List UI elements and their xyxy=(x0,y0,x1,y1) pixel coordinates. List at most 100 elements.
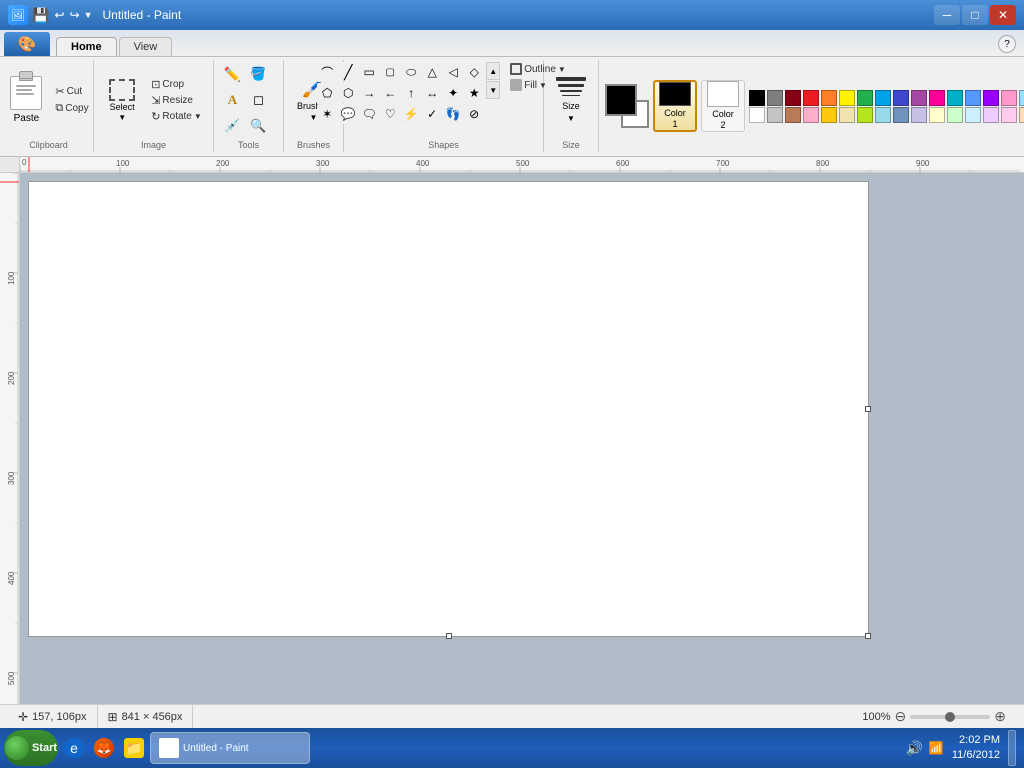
zoom-in-button[interactable]: ⊕ xyxy=(994,708,1006,725)
magnifier-tool[interactable]: 🔍 xyxy=(247,114,271,138)
drawing-canvas[interactable] xyxy=(28,181,869,637)
handle-bottom-right[interactable] xyxy=(865,633,871,639)
shape-callout2[interactable]: 🗨 xyxy=(359,104,379,124)
help-button[interactable]: ? xyxy=(998,35,1016,53)
handle-bottom-center[interactable] xyxy=(446,633,452,639)
color-teal[interactable] xyxy=(947,90,963,106)
shape-callout[interactable]: 💬 xyxy=(338,104,358,124)
shape-footsteps[interactable]: 👣 xyxy=(443,104,463,124)
text-tool[interactable]: A xyxy=(221,88,245,112)
shape-check[interactable]: ✓ xyxy=(422,104,442,124)
color-pale-pink[interactable] xyxy=(1001,90,1017,106)
rotate-button[interactable]: ↻ Rotate ▼ xyxy=(147,109,206,124)
color-gray[interactable] xyxy=(767,90,783,106)
color-black[interactable] xyxy=(749,90,765,106)
shape-rect[interactable]: ▭ xyxy=(359,62,379,82)
paint-menu-button[interactable]: 🎨 xyxy=(4,32,50,56)
shape-curve[interactable]: ⌒ xyxy=(317,62,337,82)
color-lavender[interactable] xyxy=(911,107,927,123)
tab-view[interactable]: View xyxy=(119,37,173,56)
color-peach[interactable] xyxy=(1019,107,1024,123)
color-green[interactable] xyxy=(857,90,873,106)
maximize-button[interactable]: □ xyxy=(962,5,988,25)
color-mint[interactable] xyxy=(947,107,963,123)
shape-line[interactable]: ╱ xyxy=(338,62,358,82)
color-indigo[interactable] xyxy=(893,90,909,106)
color-cream[interactable] xyxy=(839,107,855,123)
zoom-out-button[interactable]: ⊖ xyxy=(895,708,907,725)
zoom-slider[interactable] xyxy=(910,715,990,719)
color-pink[interactable] xyxy=(803,107,819,123)
shape-lightning[interactable]: ⚡ xyxy=(401,104,421,124)
shape-arrow-u[interactable]: ↑ xyxy=(401,83,421,103)
taskbar-explorer[interactable]: 📁 xyxy=(120,732,148,764)
resize-button[interactable]: ⇲ Resize xyxy=(147,93,206,108)
shape-diamond[interactable]: ◇ xyxy=(464,62,484,82)
clock[interactable]: 2:02 PM 11/6/2012 xyxy=(952,733,1000,764)
shape-rtriangle[interactable]: ◁ xyxy=(443,62,463,82)
show-desktop-button[interactable] xyxy=(1008,730,1016,766)
color-steel[interactable] xyxy=(893,107,909,123)
color-brown[interactable] xyxy=(785,107,801,123)
pencil-tool[interactable]: ✏️ xyxy=(221,62,245,86)
shape-star6[interactable]: ✶ xyxy=(317,104,337,124)
handle-right[interactable] xyxy=(865,406,871,412)
color-picker-tool[interactable]: 💉 xyxy=(221,114,245,138)
copy-button[interactable]: ⧉ Copy xyxy=(51,101,92,116)
redo-btn[interactable]: ↪ xyxy=(69,8,81,22)
shape-roundrect[interactable]: ▢ xyxy=(380,62,400,82)
taskbar-ie[interactable]: e xyxy=(60,732,88,764)
undo-btn[interactable]: ↩ xyxy=(53,8,65,22)
color-white[interactable] xyxy=(749,107,765,123)
color-pale-rose[interactable] xyxy=(1001,107,1017,123)
color-sky[interactable] xyxy=(965,90,981,106)
color-violet[interactable] xyxy=(983,90,999,106)
paste-button[interactable]: Paste xyxy=(4,76,48,124)
color-light-blue[interactable] xyxy=(875,107,891,123)
color-pale-blue[interactable] xyxy=(1019,90,1024,106)
network-icon[interactable]: 📶 xyxy=(929,741,944,755)
shape-no[interactable]: ⊘ xyxy=(464,104,484,124)
shape-hexagon[interactable]: ⬡ xyxy=(338,83,358,103)
speaker-icon[interactable]: 🔊 xyxy=(905,740,922,757)
taskbar-firefox[interactable]: 🦊 xyxy=(90,732,118,764)
fill-tool[interactable]: 🪣 xyxy=(247,62,271,86)
shape-pentagon[interactable]: ⬠ xyxy=(317,83,337,103)
shape-arrow-4[interactable]: ↔ xyxy=(422,83,442,103)
color-purple[interactable] xyxy=(911,90,927,106)
color-gold[interactable] xyxy=(821,107,837,123)
color-lime[interactable] xyxy=(857,107,873,123)
color-pale-yellow[interactable] xyxy=(929,107,945,123)
eraser-tool[interactable]: ◻ xyxy=(247,88,271,112)
minimize-button[interactable]: ─ xyxy=(934,5,960,25)
save-quick-btn[interactable]: 💾 xyxy=(31,7,50,24)
tab-home[interactable]: Home xyxy=(56,37,117,56)
cut-button[interactable]: ✂ Cut xyxy=(51,84,92,99)
shape-ellipse[interactable]: ⬭ xyxy=(401,62,421,82)
color-red[interactable] xyxy=(803,90,819,106)
color-pale-violet[interactable] xyxy=(983,107,999,123)
shape-star5[interactable]: ★ xyxy=(464,83,484,103)
shape-arrow-l[interactable]: ← xyxy=(380,83,400,103)
shape-triangle[interactable]: △ xyxy=(422,62,442,82)
color-light-gray[interactable] xyxy=(767,107,783,123)
taskbar-paint-item[interactable]: 🖼 Untitled - Paint xyxy=(150,732,310,764)
quick-access-dropdown[interactable]: ▼ xyxy=(84,10,93,20)
color-powder[interactable] xyxy=(965,107,981,123)
shapes-scroll-down[interactable]: ▼ xyxy=(486,81,500,99)
size-button[interactable]: Size ▼ xyxy=(549,76,593,124)
color-blue[interactable] xyxy=(875,90,891,106)
color2-button[interactable]: Color 2 xyxy=(701,80,745,132)
shape-star4[interactable]: ✦ xyxy=(443,83,463,103)
color1-button[interactable]: Color 1 xyxy=(653,80,697,132)
shape-arrow-r[interactable]: → xyxy=(359,83,379,103)
start-button[interactable]: Start xyxy=(4,730,58,766)
color-orange[interactable] xyxy=(821,90,837,106)
color-yellow[interactable] xyxy=(839,90,855,106)
canvas-scroll[interactable] xyxy=(20,173,1024,704)
color-dark-red[interactable] xyxy=(785,90,801,106)
shapes-scroll-up[interactable]: ▲ xyxy=(486,62,500,80)
shape-heart[interactable]: ♡ xyxy=(380,104,400,124)
select-button[interactable]: Select ▼ xyxy=(101,75,143,125)
crop-button[interactable]: ⊡ Crop xyxy=(147,77,206,92)
